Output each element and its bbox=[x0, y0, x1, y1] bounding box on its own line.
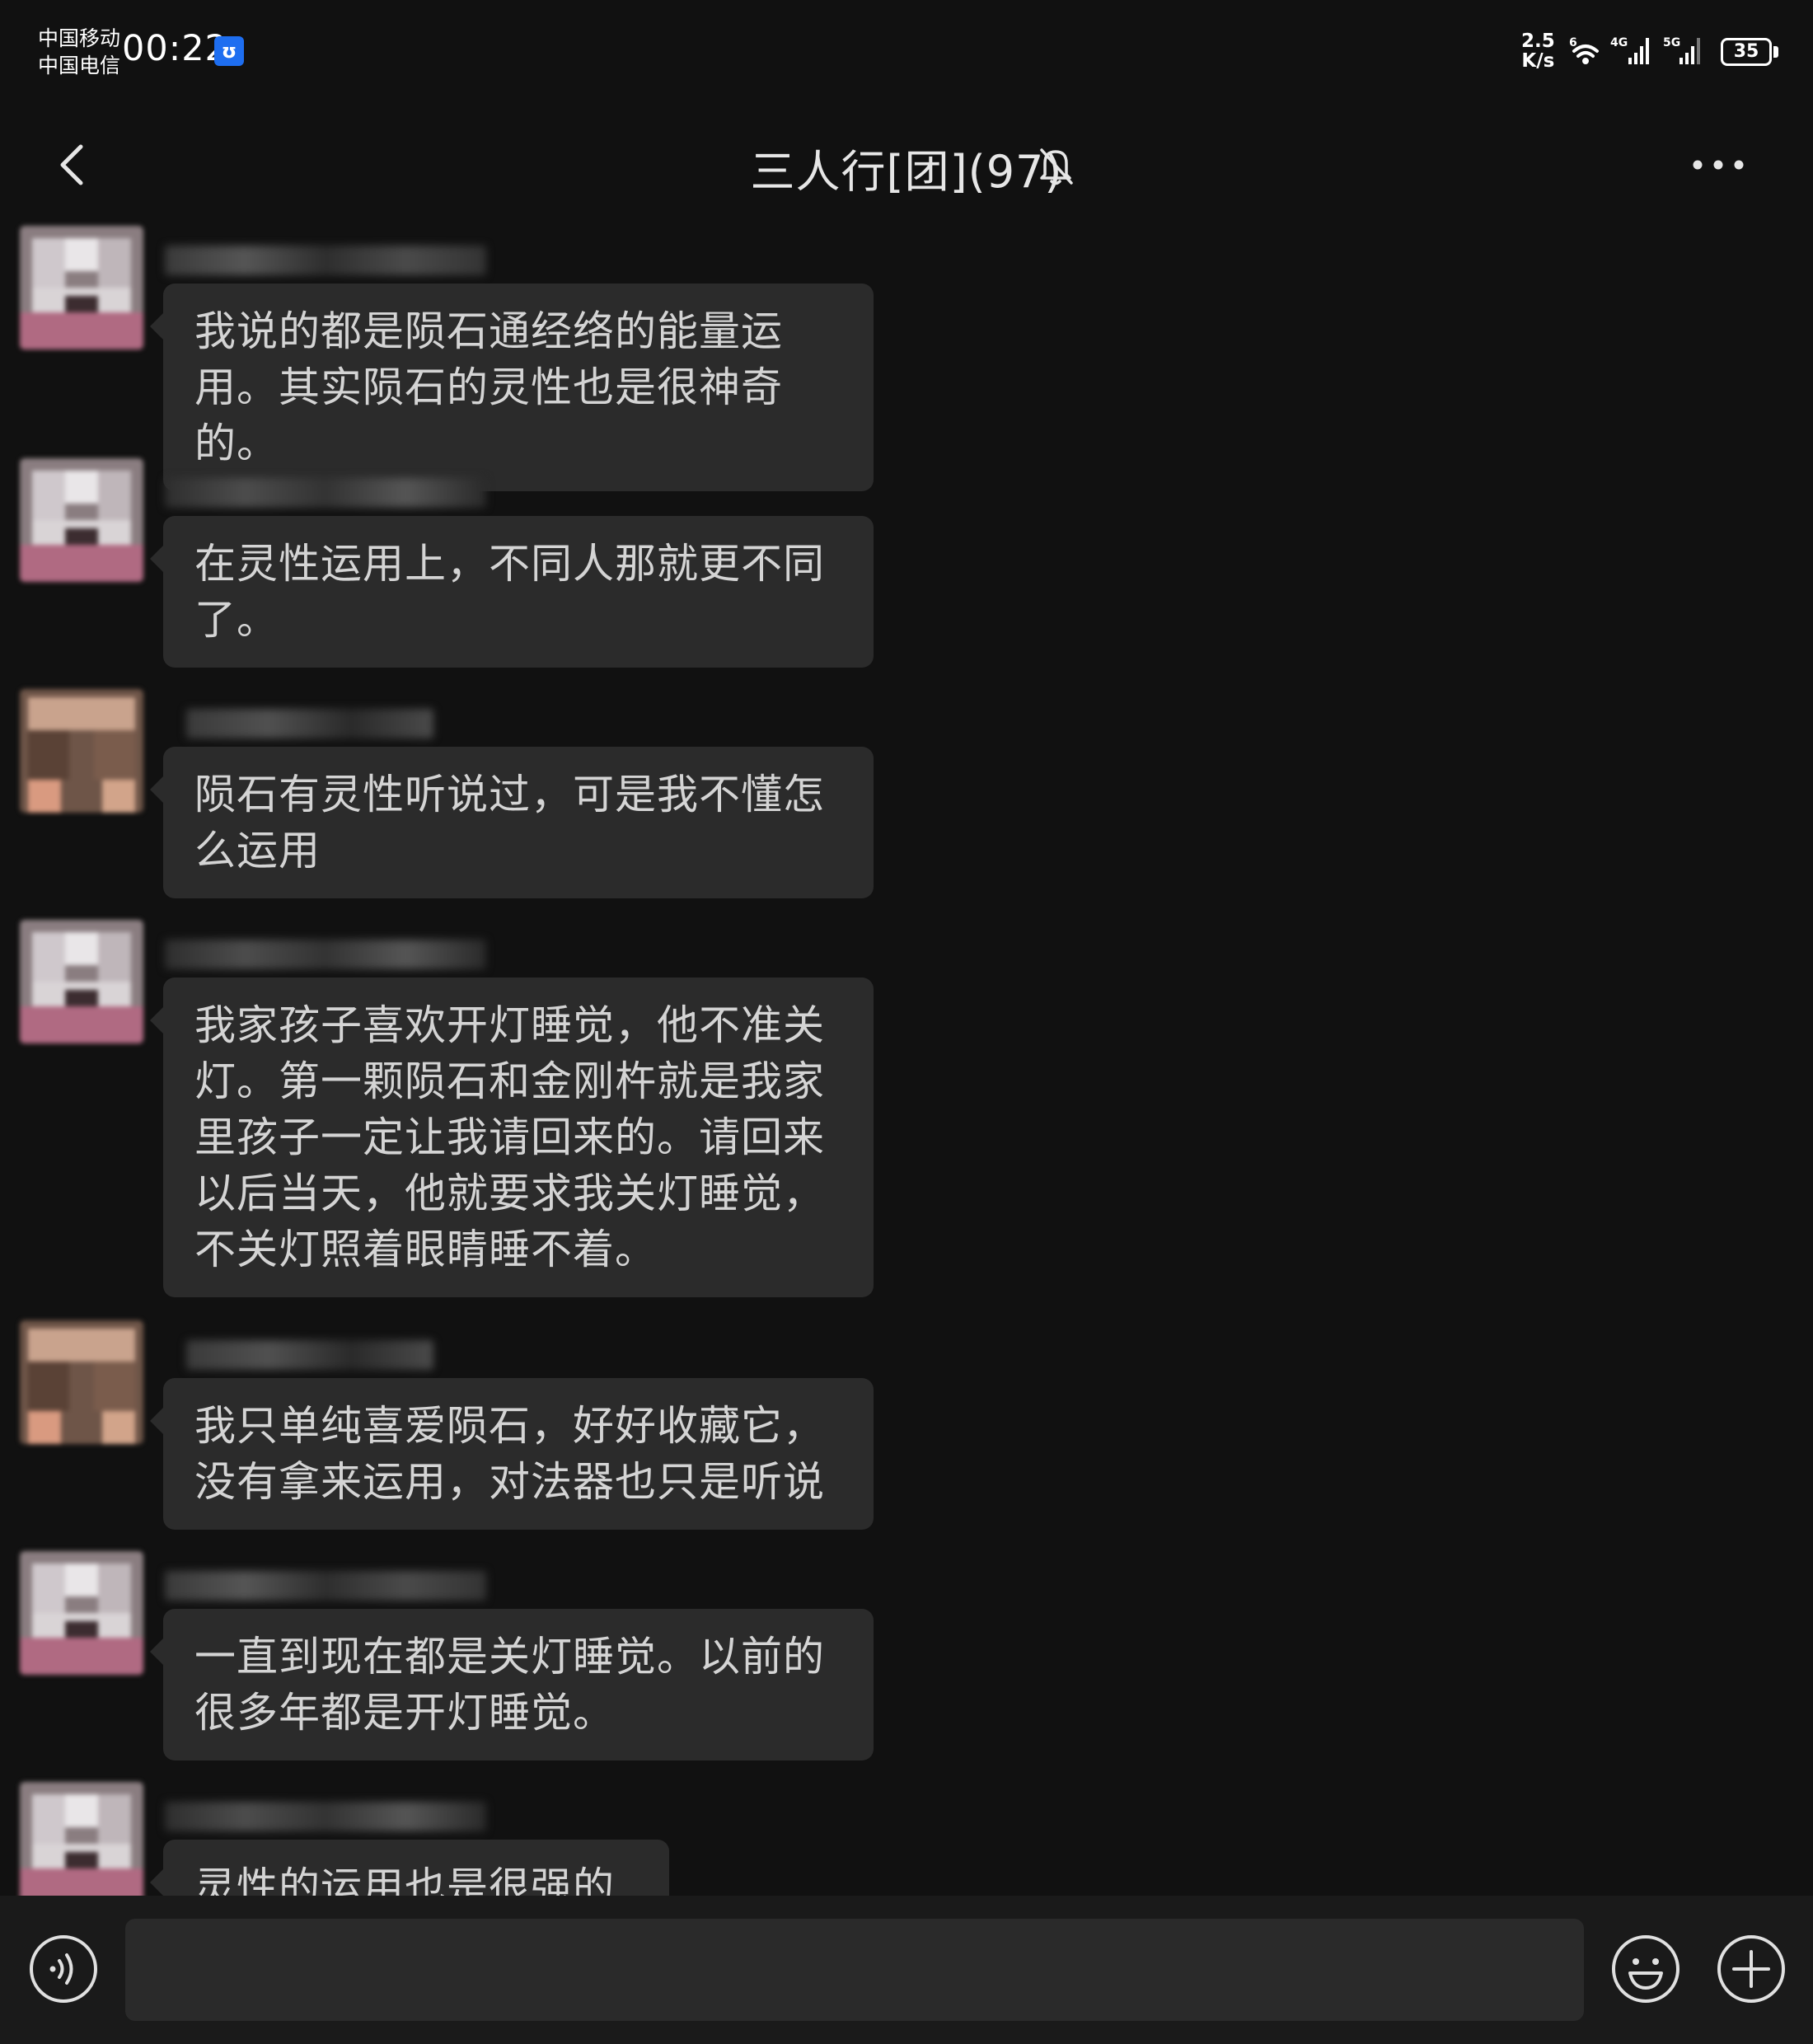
chat-title[interactable]: 三人行[团](97) bbox=[751, 146, 1063, 198]
network-speed-unit: K/s bbox=[1521, 50, 1555, 72]
avatar[interactable] bbox=[20, 226, 143, 349]
battery-tip bbox=[1773, 46, 1778, 58]
status-time: 00:22 bbox=[122, 28, 228, 69]
message-bubble[interactable]: 我只单纯喜爱陨石，好好收藏它，没有拿来运用，对法器也只是听说 bbox=[150, 1378, 874, 1530]
message-input[interactable] bbox=[125, 1919, 1584, 2021]
sender-name-blurred bbox=[165, 478, 486, 508]
sim2-signal-icon bbox=[1679, 38, 1700, 64]
avatar[interactable] bbox=[20, 689, 143, 813]
sender-name-blurred bbox=[186, 1340, 433, 1370]
carrier-labels: 中国移动 中国电信 bbox=[38, 25, 120, 79]
avatar[interactable] bbox=[20, 1551, 143, 1675]
message-bubble[interactable]: 在灵性运用上，不同人那就更不同了。 bbox=[150, 516, 874, 668]
carrier-1: 中国移动 bbox=[38, 26, 121, 50]
input-bar bbox=[0, 1896, 1813, 2044]
network-speed-value: 2.5 bbox=[1521, 30, 1555, 52]
message-bubble[interactable]: 我家孩子喜欢开灯睡觉，他不准关灯。第一颗陨石和金刚杵就是我家里孩子一定让我请回来… bbox=[150, 977, 874, 1297]
bell-off-icon bbox=[1040, 148, 1073, 185]
more-dots-icon[interactable] bbox=[1689, 140, 1747, 190]
sim1-signal-icon bbox=[1628, 38, 1649, 64]
message-list[interactable]: 我说的都是陨石通经络的能量运用。其实陨石的灵性也是很神奇的。 在灵性运用上，不同… bbox=[0, 214, 1813, 1896]
message-bubble[interactable]: 我说的都是陨石通经络的能量运用。其实陨石的灵性也是很神奇的。 bbox=[150, 284, 874, 491]
message-bubble[interactable]: 一直到现在都是关灯睡觉。以前的很多年都是开灯睡觉。 bbox=[150, 1609, 874, 1760]
sender-name-blurred bbox=[165, 1802, 486, 1831]
voice-icon[interactable] bbox=[28, 1934, 99, 2004]
sim1-network-label: 4G bbox=[1610, 36, 1628, 49]
avatar[interactable] bbox=[20, 1782, 143, 1896]
sender-name-blurred bbox=[165, 246, 486, 275]
sender-name-blurred bbox=[186, 709, 433, 738]
wifi-icon bbox=[1572, 45, 1599, 64]
avatar[interactable] bbox=[20, 1320, 143, 1444]
avatar[interactable] bbox=[20, 458, 143, 582]
network-speed: 2.5 K/s bbox=[1521, 31, 1555, 71]
sim2-network-label: 5G bbox=[1663, 36, 1680, 49]
battery-icon: 35 bbox=[1721, 38, 1772, 66]
sender-name-blurred bbox=[165, 940, 486, 969]
message-bubble[interactable]: 灵性的运用也是很强的 bbox=[150, 1840, 669, 1896]
emoji-icon[interactable] bbox=[1610, 1934, 1681, 2004]
plus-icon[interactable] bbox=[1716, 1934, 1787, 2004]
title-wrap: 三人行[团](97) bbox=[0, 135, 1813, 200]
sender-name-blurred bbox=[165, 1571, 486, 1601]
message-bubble[interactable]: 陨石有灵性听说过，可是我不懂怎么运用 bbox=[150, 747, 874, 898]
signal-icons: 6 4G 5G bbox=[1569, 36, 1700, 64]
wifi-label: 6 bbox=[1569, 36, 1577, 49]
status-bar: 中国移动 中国电信 00:22 ʊ 2.5 K/s 6 4G 5G 35 bbox=[0, 0, 1813, 99]
chat-header: 三人行[团](97) bbox=[0, 124, 1813, 206]
app-notification-icon: ʊ bbox=[214, 36, 244, 66]
avatar[interactable] bbox=[20, 920, 143, 1043]
carrier-2: 中国电信 bbox=[38, 54, 121, 77]
